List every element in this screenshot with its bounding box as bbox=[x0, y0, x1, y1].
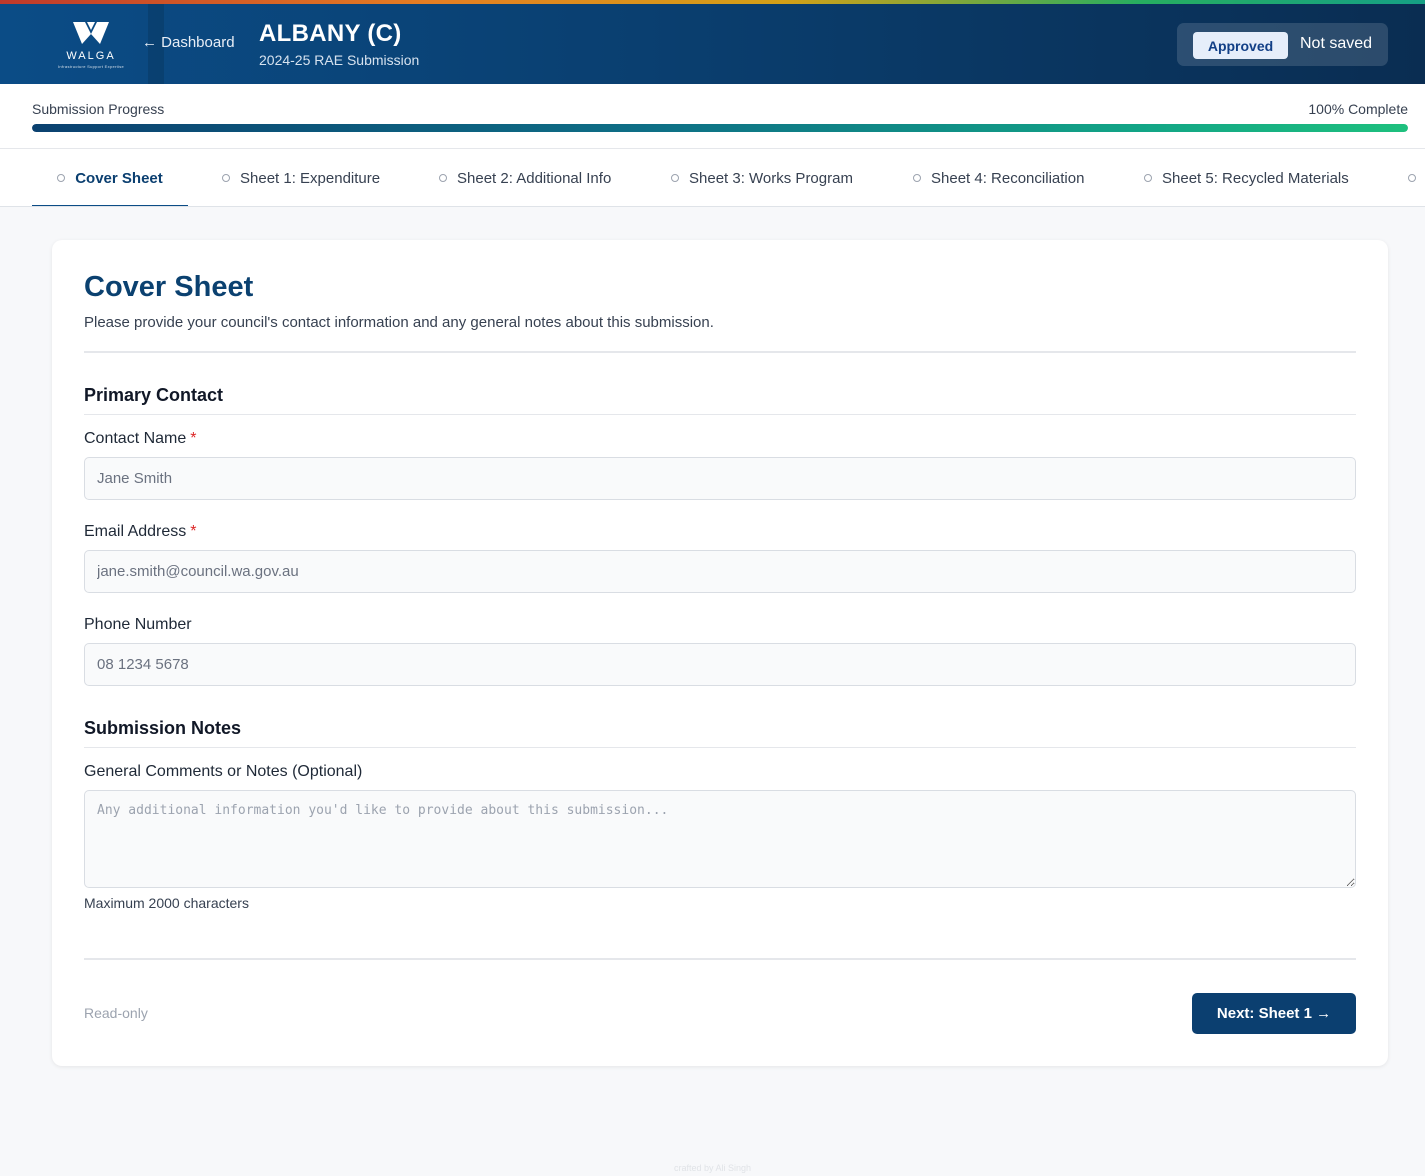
character-limit-hint: Maximum 2000 characters bbox=[84, 895, 249, 911]
tab-cover-sheet[interactable]: Cover Sheet bbox=[32, 149, 188, 206]
progress-percent: 100% Complete bbox=[1308, 101, 1408, 117]
notes-textarea[interactable] bbox=[84, 790, 1356, 888]
footer-divider bbox=[84, 958, 1356, 960]
email-input[interactable] bbox=[84, 550, 1356, 593]
back-to-dashboard-link[interactable]: ← Dashboard bbox=[142, 34, 235, 51]
next-sheet-button[interactable]: Next: Sheet 1 → bbox=[1192, 993, 1356, 1034]
tab-status-icon bbox=[57, 174, 66, 182]
progress-label: Submission Progress bbox=[32, 101, 165, 117]
submission-label: 2024-25 RAE Submission bbox=[259, 52, 420, 68]
section-divider bbox=[84, 351, 1356, 353]
tab-label: Sheet 4: Reconciliation bbox=[931, 169, 1085, 187]
tab-status-icon bbox=[913, 174, 921, 182]
walga-logo-icon bbox=[73, 21, 109, 44]
status-badge: Approved bbox=[1193, 32, 1288, 59]
tab-sheet-1[interactable]: Sheet 1: Expenditure bbox=[222, 149, 381, 206]
page-description: Please provide your council's contact in… bbox=[84, 314, 714, 331]
email-label: Email Address * bbox=[84, 523, 197, 540]
tab-overflow[interactable] bbox=[1408, 149, 1425, 206]
phone-label: Phone Number bbox=[84, 616, 192, 633]
tab-sheet-2[interactable]: Sheet 2: Additional Info bbox=[439, 149, 612, 206]
tab-label: Sheet 2: Additional Info bbox=[457, 169, 612, 187]
tab-label: Sheet 5: Recycled Materials bbox=[1162, 169, 1349, 187]
council-name: ALBANY (C) bbox=[259, 20, 402, 47]
tab-status-icon bbox=[222, 174, 230, 182]
required-marker: * bbox=[190, 430, 197, 447]
tab-label: Sheet 3: Works Program bbox=[689, 169, 853, 187]
sheet-tabs: Cover Sheet Sheet 1: Expenditure Sheet 2… bbox=[0, 148, 1425, 207]
logo-text: WALGA bbox=[66, 49, 116, 62]
page-title: Cover Sheet bbox=[84, 271, 254, 303]
walga-logo: WALGA Infrastructure Support Expertise bbox=[34, 4, 148, 84]
progress-bar-fill bbox=[32, 124, 1408, 132]
cover-sheet-card: Cover Sheet Please provide your council'… bbox=[52, 240, 1388, 1066]
app-header: WALGA Infrastructure Support Expertise ←… bbox=[0, 4, 1425, 84]
notes-label: General Comments or Notes (Optional) bbox=[84, 763, 363, 780]
tab-status-icon bbox=[1408, 174, 1416, 182]
progress-bar bbox=[32, 124, 1408, 132]
tab-status-icon bbox=[671, 174, 679, 182]
tab-label: Cover Sheet bbox=[75, 169, 163, 187]
save-state: Not saved bbox=[1300, 35, 1373, 52]
submission-notes-heading: Submission Notes bbox=[84, 718, 242, 738]
primary-contact-heading: Primary Contact bbox=[84, 385, 224, 405]
readonly-indicator: Read-only bbox=[84, 1005, 148, 1021]
section-divider bbox=[84, 414, 1356, 415]
tab-status-icon bbox=[1144, 174, 1152, 182]
phone-input[interactable] bbox=[84, 643, 1356, 686]
submission-progress: Submission Progress 100% Complete bbox=[0, 84, 1425, 148]
contact-name-label: Contact Name * bbox=[84, 430, 197, 447]
logo-subtext: Infrastructure Support Expertise bbox=[57, 63, 125, 69]
footer-credit: crafted by Ali Singh bbox=[673, 1163, 752, 1173]
tab-sheet-3[interactable]: Sheet 3: Works Program bbox=[671, 149, 853, 206]
tab-sheet-5[interactable]: Sheet 5: Recycled Materials bbox=[1144, 149, 1349, 206]
tab-sheet-4[interactable]: Sheet 4: Reconciliation bbox=[913, 149, 1085, 206]
required-marker: * bbox=[190, 523, 197, 540]
status-panel: Approved Not saved bbox=[1177, 23, 1388, 66]
contact-name-input[interactable] bbox=[84, 457, 1356, 500]
tab-label: Sheet 1: Expenditure bbox=[240, 169, 381, 187]
section-divider bbox=[84, 747, 1356, 748]
tab-status-icon bbox=[439, 174, 447, 182]
